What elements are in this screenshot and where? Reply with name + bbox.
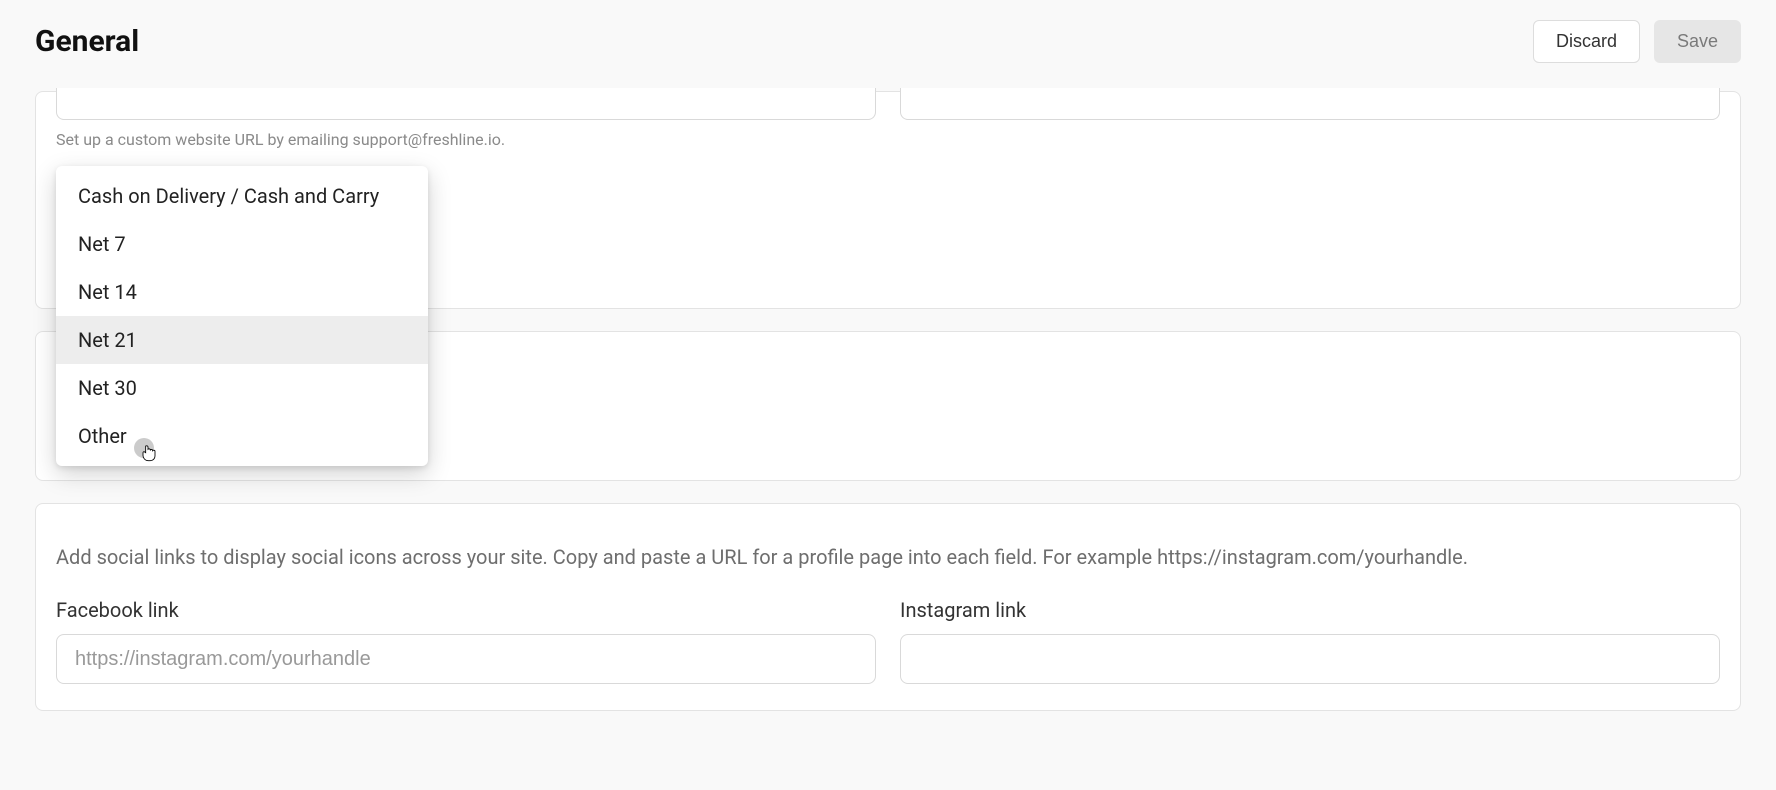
instagram-link-input[interactable] xyxy=(900,634,1720,684)
instagram-link-label: Instagram link xyxy=(900,598,1720,622)
payment-terms-dropdown: Cash on Delivery / Cash and Carry Net 7 … xyxy=(56,166,428,466)
socials-description: Add social links to display social icons… xyxy=(56,542,1720,572)
dropdown-option-other[interactable]: Other xyxy=(56,412,428,460)
save-button[interactable]: Save xyxy=(1654,20,1741,63)
dropdown-option-net14[interactable]: Net 14 xyxy=(56,268,428,316)
dropdown-option-cash[interactable]: Cash on Delivery / Cash and Carry xyxy=(56,172,428,220)
website-url-input[interactable] xyxy=(56,88,876,120)
top-input-row: Set up a custom website URL by emailing … xyxy=(56,88,1720,149)
website-url-help-text: Set up a custom website URL by emailing … xyxy=(56,130,876,149)
card-socials: Add social links to display social icons… xyxy=(35,503,1741,711)
secondary-input[interactable] xyxy=(900,88,1720,120)
dropdown-option-net30[interactable]: Net 30 xyxy=(56,364,428,412)
facebook-link-label: Facebook link xyxy=(56,598,876,622)
page-title: General xyxy=(35,24,139,59)
discard-button[interactable]: Discard xyxy=(1533,20,1640,63)
header-actions: Discard Save xyxy=(1533,20,1741,63)
facebook-link-input[interactable] xyxy=(56,634,876,684)
dropdown-option-net7[interactable]: Net 7 xyxy=(56,220,428,268)
dropdown-option-net21[interactable]: Net 21 xyxy=(56,316,428,364)
page-header: General Discard Save xyxy=(0,0,1776,91)
